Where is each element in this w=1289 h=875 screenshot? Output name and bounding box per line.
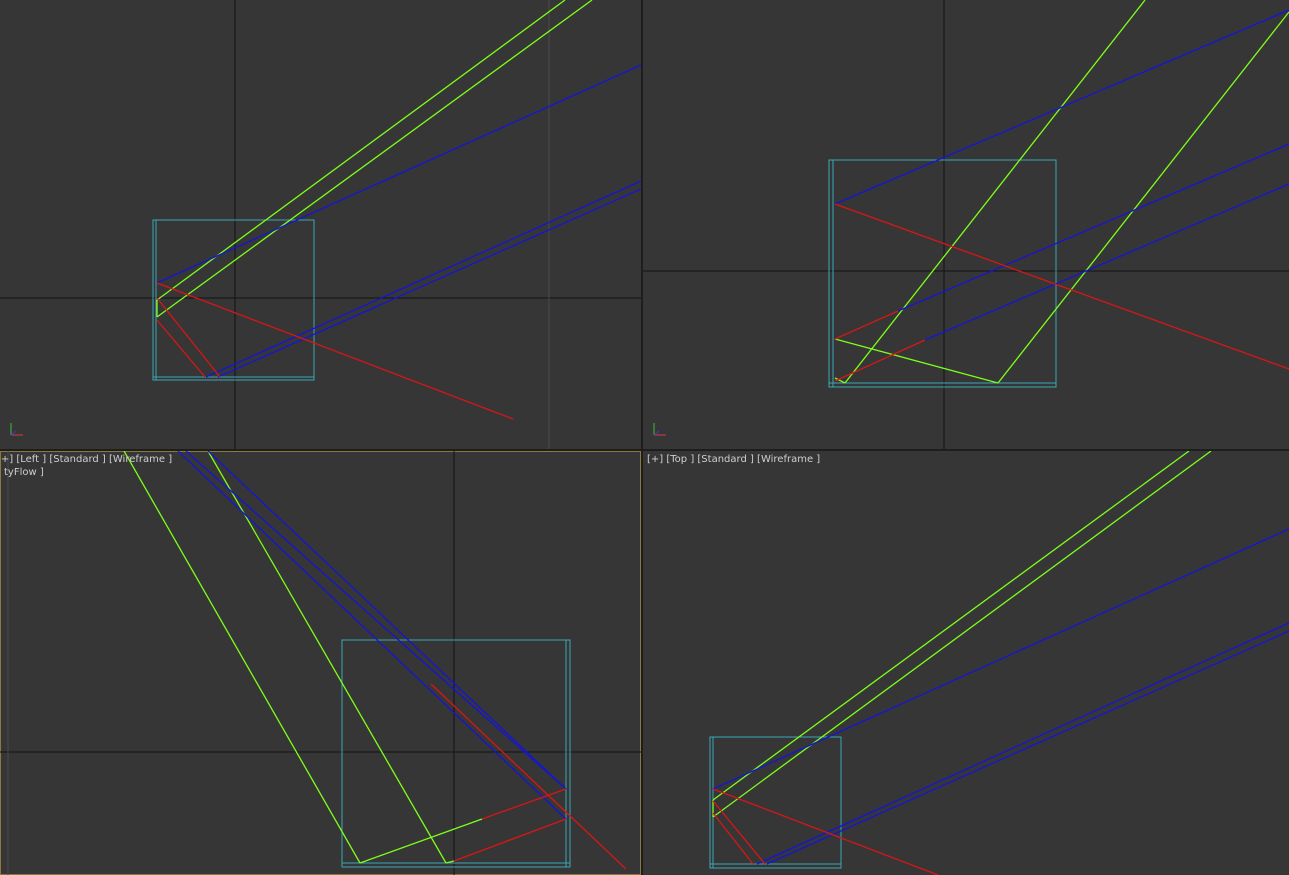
axis-gizmo-icon — [8, 417, 30, 439]
viewport-label[interactable]: [+] [Top ] [Standard ] [Wireframe ] — [647, 454, 820, 466]
blue-lines — [177, 451, 567, 820]
red-lines — [430, 683, 627, 870]
green-lines — [123, 451, 483, 864]
bounding-box — [341, 639, 571, 868]
viewport-top-left[interactable] — [0, 0, 641, 449]
green-lines — [712, 451, 1212, 818]
axis-gizmo-icon — [651, 417, 673, 439]
viewport-label[interactable]: [+] [Left ] [Standard ] [Wireframe ] — [0, 454, 172, 466]
viewport-canvas[interactable] — [643, 451, 1289, 875]
viewport-canvas[interactable] — [0, 0, 641, 449]
green-lines — [834, 0, 1289, 384]
grid-axes — [0, 451, 641, 875]
viewport-left[interactable]: [+] [Left ] [Standard ] [Wireframe ] tyF… — [0, 451, 641, 875]
bounding-box — [709, 736, 842, 869]
red-lines — [834, 203, 1289, 382]
blue-lines — [834, 9, 1289, 341]
viewport-canvas[interactable] — [0, 451, 641, 875]
viewport-top-right[interactable] — [643, 0, 1289, 449]
red-lines — [712, 788, 939, 875]
viewport-sublabel[interactable]: tyFlow ] — [4, 467, 44, 479]
green-lines — [156, 0, 593, 318]
blue-lines — [156, 64, 641, 378]
blue-lines — [712, 528, 1289, 865]
grid-axes — [643, 0, 1289, 449]
viewport-top[interactable]: [+] [Top ] [Standard ] [Wireframe ] — [643, 451, 1289, 875]
viewport-canvas[interactable] — [643, 0, 1289, 449]
red-lines — [156, 282, 514, 420]
